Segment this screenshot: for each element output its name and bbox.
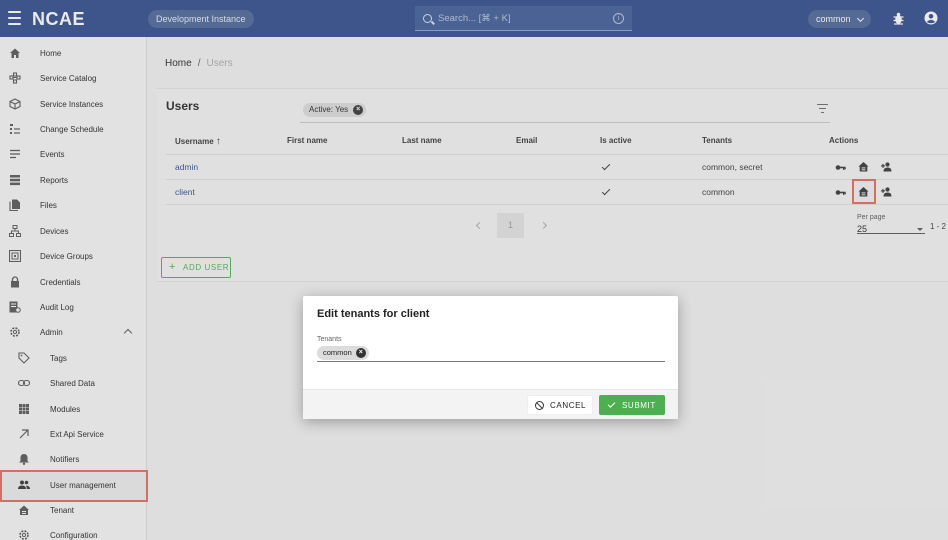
tenant-chip[interactable]: common ×: [317, 346, 369, 360]
check-icon: [607, 400, 616, 408]
modal-backdrop[interactable]: [0, 0, 948, 540]
cancel-icon: [535, 400, 544, 410]
edit-tenants-dialog: Edit tenants for client Tenants common ×…: [303, 296, 678, 419]
tenants-field[interactable]: [317, 361, 665, 362]
submit-button[interactable]: SUBMIT: [599, 395, 665, 415]
tenants-field-label: Tenants: [317, 336, 342, 343]
dialog-title: Edit tenants for client: [317, 308, 430, 320]
dialog-footer: CANCEL SUBMIT: [303, 389, 678, 419]
cancel-label: CANCEL: [550, 400, 587, 410]
submit-label: SUBMIT: [622, 400, 656, 410]
tenant-chip-label: common: [323, 348, 352, 357]
close-icon[interactable]: ×: [355, 348, 366, 358]
cancel-button[interactable]: CANCEL: [527, 395, 593, 415]
